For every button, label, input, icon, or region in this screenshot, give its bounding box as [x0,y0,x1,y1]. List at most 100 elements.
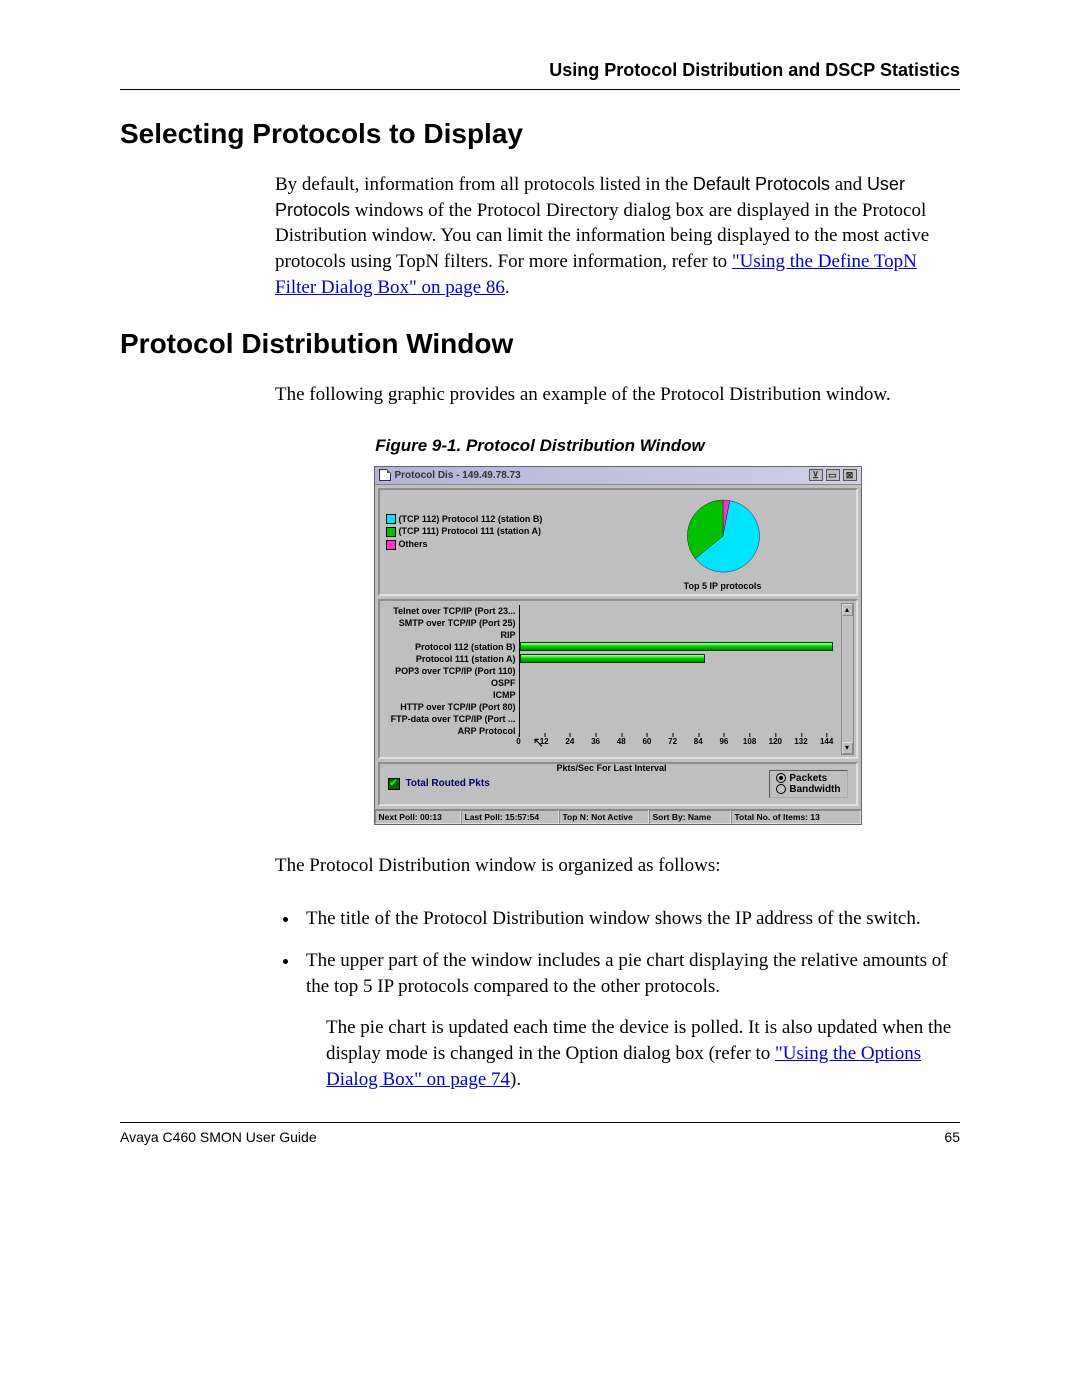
status-sort: Sort By: Name [649,810,731,824]
heading-selecting-protocols: Selecting Protocols to Display [120,118,960,150]
bar-row: Protocol 111 (station A) [384,653,840,665]
bullet-list: The title of the Protocol Distribution w… [300,906,960,999]
status-bar: Next Poll: 00:13 Last Poll: 15:57:54 Top… [375,809,861,824]
radio-icon [776,773,786,783]
text-segment: . [505,277,510,298]
axis-tick: 108 [743,737,756,746]
bar-chart-panel: Telnet over TCP/IP (Port 23... SMTP over … [378,599,858,759]
legend: (TCP 112) Protocol 112 (station B) (TCP … [386,496,596,588]
checkbox-total-routed[interactable]: ✔ [388,778,400,790]
header-rule [120,89,960,90]
legend-item: Others [386,539,596,550]
pie-chart-area: Top 5 IP protocols [596,496,850,588]
bar-row: HTTP over TCP/IP (Port 80) [384,701,840,713]
swatch-icon [386,514,396,524]
status-last-poll: Last Poll: 15:57:54 [461,810,559,824]
bar-zone [519,629,840,641]
legend-label: (TCP 111) Protocol 111 (station A) [399,526,542,536]
bar-label: OSPF [384,678,519,688]
bar-label: Protocol 112 (station B) [384,642,519,652]
section2-after-figure: The Protocol Distribution window is orga… [275,853,960,879]
ui-term-default-protocols: Default Protocols [693,174,830,194]
swatch-icon [386,540,396,550]
axis-tick: 132 [794,737,807,746]
bar-label: SMTP over TCP/IP (Port 25) [384,618,519,628]
scroll-up-icon[interactable]: ▴ [842,604,853,616]
radio-icon [776,784,786,794]
text-segment: ). [510,1069,521,1090]
axis-tick: 144 [820,737,833,746]
close-button[interactable]: ⊠ [843,469,857,481]
maximize-button[interactable]: ▭ [826,469,840,481]
bar-rows: Telnet over TCP/IP (Port 23... SMTP over … [384,605,840,737]
bar-zone [519,641,840,653]
text-segment: and [830,174,867,195]
bar-zone [519,677,840,689]
bar-row: ARP Protocol [384,725,840,737]
legend-item: (TCP 111) Protocol 111 (station A) [386,526,596,537]
axis-tick: 0 [516,737,520,746]
legend-label: (TCP 112) Protocol 112 (station B) [399,514,543,524]
protocol-distribution-window: Protocol Dis - 149.49.78.73 ⊻ ▭ ⊠ (TCP 1… [374,466,862,825]
scroll-down-icon[interactable]: ▾ [842,742,853,754]
sub-para: The pie chart is updated each time the d… [326,1015,960,1092]
section1-para: By default, information from all protoco… [275,172,960,300]
footer-right: 65 [944,1129,960,1145]
status-topn: Top N: Not Active [559,810,649,824]
footer-left: Avaya C460 SMON User Guide [120,1129,317,1145]
axis-tick: 120 [769,737,782,746]
bar-row: OSPF [384,677,840,689]
bar-zone [519,713,840,725]
bar-label: Protocol 111 (station A) [384,654,519,664]
list-item: The upper part of the window includes a … [300,948,960,999]
bar-label: Telnet over TCP/IP (Port 23... [384,606,519,616]
axis-tick: 24 [565,737,574,746]
bar-zone [519,605,840,617]
pie-legend-panel: (TCP 112) Protocol 112 (station B) (TCP … [378,488,858,596]
legend-item: (TCP 112) Protocol 112 (station B) [386,514,596,525]
status-next-poll: Next Poll: 00:13 [375,810,461,824]
bar-row: ICMP [384,689,840,701]
bar [520,642,834,651]
axis-tick: 96 [719,737,728,746]
text-segment: By default, information from all protoco… [275,174,693,195]
bar-row: POP3 over TCP/IP (Port 110) [384,665,840,677]
totals-label: Total Routed Pkts [406,778,490,789]
bar [520,654,706,663]
window-titlebar[interactable]: Protocol Dis - 149.49.78.73 ⊻ ▭ ⊠ [375,467,861,485]
axis-tick: 84 [694,737,703,746]
axis-tick: 60 [642,737,651,746]
section2-intro: The following graphic provides an exampl… [275,382,960,408]
bar-zone [519,701,840,713]
minimize-button[interactable]: ⊻ [809,469,823,481]
bar-row: RIP [384,629,840,641]
axis-tick: 36 [591,737,600,746]
pie-chart [683,496,763,576]
axis-tick: 12 [540,737,549,746]
bar-label: HTTP over TCP/IP (Port 80) [384,702,519,712]
pie-caption: Top 5 IP protocols [596,581,850,591]
bar-zone [519,689,840,701]
radio-label: Bandwidth [789,784,840,795]
axis-tick: 48 [617,737,626,746]
bar-label: ICMP [384,690,519,700]
radio-bandwidth[interactable]: Bandwidth [776,784,840,795]
footer-rule [120,1122,960,1123]
bar-row: FTP-data over TCP/IP (Port ... [384,713,840,725]
figure-caption: Figure 9-1. Protocol Distribution Window [120,436,960,456]
scrollbar[interactable]: ▴ ▾ [841,603,854,755]
bar-label: RIP [384,630,519,640]
bar-zone [519,617,840,629]
x-axis: 01224364860728496108120132144 [519,737,840,761]
radio-label: Packets [789,773,827,784]
axis-title: Pkts/Sec For Last Interval [384,763,840,773]
chapter-header: Using Protocol Distribution and DSCP Sta… [120,60,960,81]
radio-packets[interactable]: Packets [776,773,840,784]
document-icon [379,469,391,481]
bar-label: POP3 over TCP/IP (Port 110) [384,666,519,676]
swatch-icon [386,527,396,537]
legend-label: Others [399,539,428,549]
bar-zone [519,665,840,677]
status-total-items: Total No. of Items: 13 [731,810,861,824]
display-mode-group: Packets Bandwidth [769,770,847,798]
